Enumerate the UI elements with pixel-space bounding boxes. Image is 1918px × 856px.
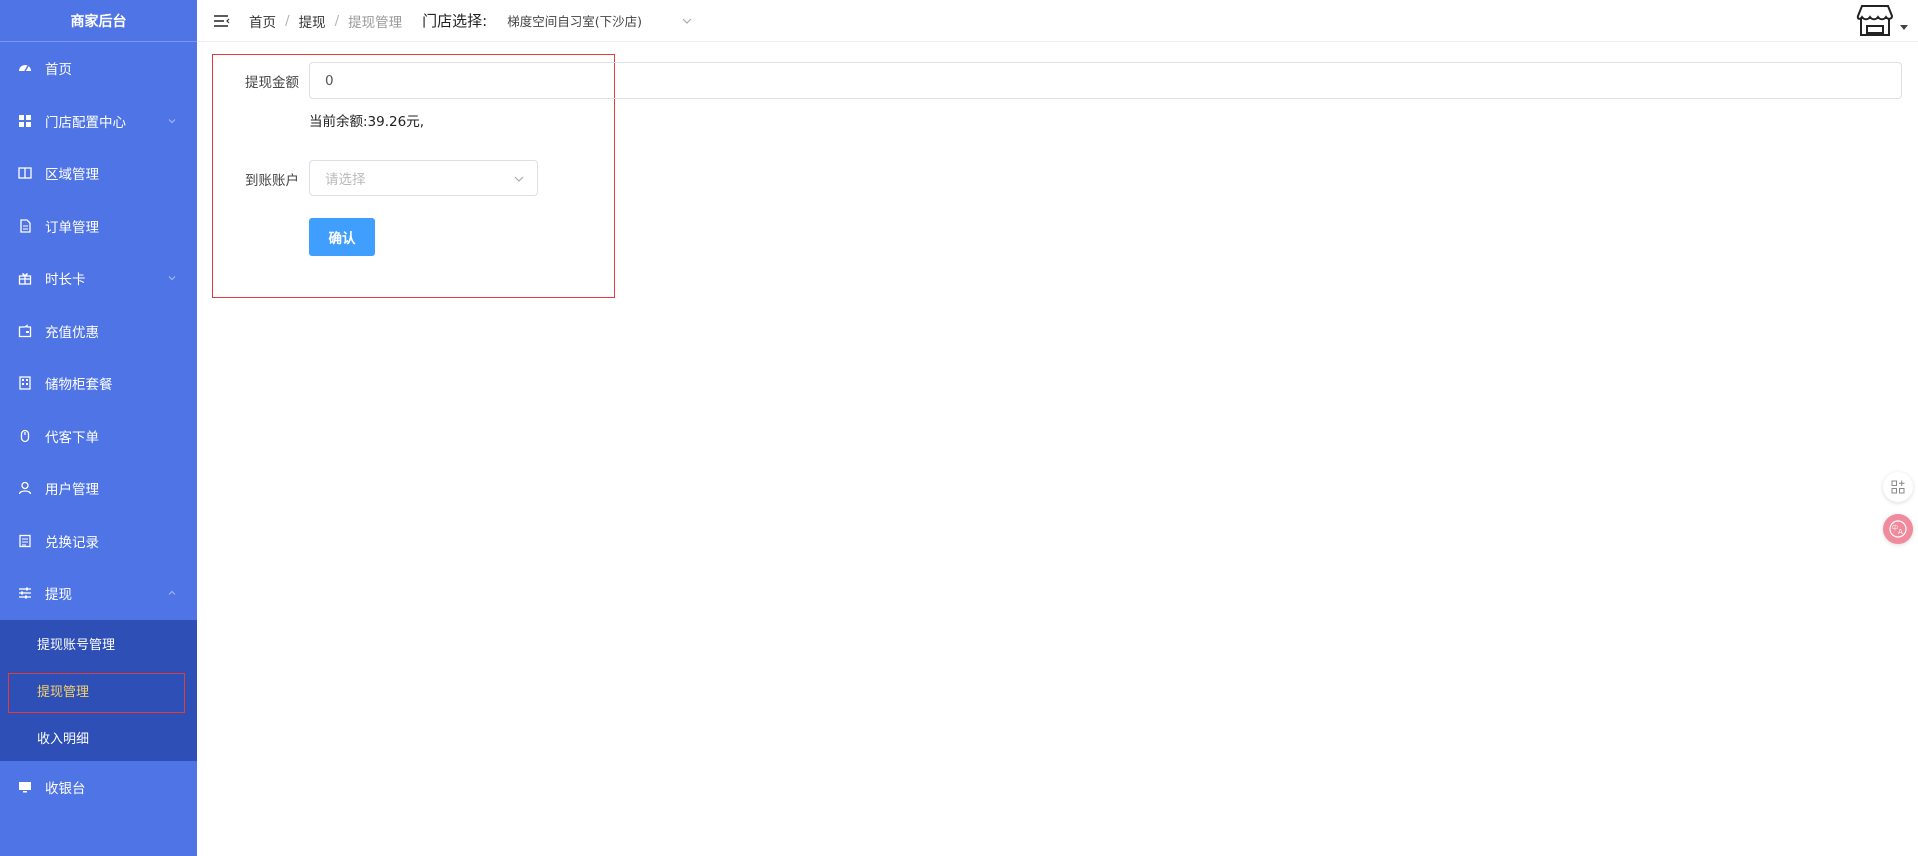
brand-title: 商家后台 bbox=[0, 0, 197, 42]
mouse-icon bbox=[18, 429, 32, 443]
balance-text: 当前余额:39.26元, bbox=[309, 114, 424, 130]
sidebar-item-label: 区域管理 bbox=[45, 167, 99, 184]
store-select-value: 梯度空间自习室(下沙店) bbox=[507, 14, 642, 29]
sidebar-item-proxy-order[interactable]: 代客下单 bbox=[0, 410, 197, 463]
account-select-placeholder: 请选择 bbox=[325, 172, 366, 188]
sidebar-item-label: 门店配置中心 bbox=[45, 114, 126, 131]
sidebar-item-home[interactable]: 首页 bbox=[0, 42, 197, 95]
list-icon bbox=[18, 534, 32, 548]
sub-item-withdraw-accounts[interactable]: 提现账号管理 bbox=[0, 620, 197, 667]
sidebar-menu-bottom: 收银台 bbox=[0, 761, 197, 814]
sidebar-menu: 首页 门店配置中心 区域管理 订单管理 时长卡 充值优惠 储物柜套餐 代客下单 … bbox=[0, 42, 197, 620]
book-icon bbox=[18, 166, 32, 180]
svg-text:A: A bbox=[1898, 528, 1903, 536]
amount-label: 提现金额 bbox=[245, 75, 299, 91]
sidebar-item-label: 用户管理 bbox=[45, 482, 99, 499]
sidebar-item-withdraw[interactable]: 提现 bbox=[0, 567, 197, 620]
sub-item-income-detail[interactable]: 收入明细 bbox=[0, 714, 197, 761]
gift-icon bbox=[18, 271, 32, 285]
translate-float-button[interactable]: 中A bbox=[1883, 514, 1913, 544]
sidebar-item-cashier[interactable]: 收银台 bbox=[0, 761, 197, 814]
avatar[interactable] bbox=[1856, 2, 1894, 38]
collapse-menu-icon[interactable] bbox=[213, 14, 231, 28]
app-grid-float-button[interactable] bbox=[1883, 472, 1913, 502]
document-icon bbox=[18, 219, 32, 233]
amount-input[interactable]: 0 bbox=[309, 62, 1902, 99]
sidebar-item-label: 储物柜套餐 bbox=[45, 377, 113, 394]
breadcrumb-separator: / bbox=[334, 12, 340, 29]
sidebar-item-time-card[interactable]: 时长卡 bbox=[0, 252, 197, 305]
confirm-button[interactable]: 确认 bbox=[309, 218, 375, 256]
account-select[interactable]: 请选择 bbox=[309, 160, 538, 196]
sidebar-item-store-config[interactable]: 门店配置中心 bbox=[0, 95, 197, 148]
apps-add-icon bbox=[1891, 480, 1905, 494]
chevron-down-icon bbox=[514, 176, 524, 182]
breadcrumb-current: 提现管理 bbox=[348, 14, 403, 31]
sliders-icon bbox=[18, 586, 32, 600]
breadcrumb-separator: / bbox=[285, 12, 290, 29]
wallet-icon bbox=[18, 323, 32, 338]
chevron-down-icon bbox=[168, 276, 176, 281]
sidebar-item-orders[interactable]: 订单管理 bbox=[0, 200, 197, 253]
user-icon bbox=[18, 481, 32, 495]
sub-item-withdraw-management[interactable]: 提现管理 bbox=[0, 667, 197, 714]
sidebar-item-label: 提现 bbox=[45, 587, 72, 604]
store-select-label: 门店选择: bbox=[422, 12, 488, 30]
chevron-up-icon bbox=[168, 591, 176, 596]
account-label: 到账账户 bbox=[245, 173, 299, 189]
withdraw-submenu: 提现账号管理 提现管理 收入明细 bbox=[0, 619, 197, 761]
sidebar-item-area[interactable]: 区域管理 bbox=[0, 147, 197, 200]
sidebar-item-locker[interactable]: 储物柜套餐 bbox=[0, 357, 197, 410]
sidebar-item-label: 充值优惠 bbox=[45, 324, 99, 341]
breadcrumb-withdraw[interactable]: 提现 bbox=[299, 11, 326, 31]
dashboard-icon bbox=[18, 61, 32, 75]
sidebar-item-users[interactable]: 用户管理 bbox=[0, 462, 197, 515]
sidebar-item-label: 收银台 bbox=[45, 780, 86, 797]
caret-down-icon[interactable] bbox=[1900, 25, 1908, 31]
sidebar-item-label: 首页 bbox=[45, 62, 72, 79]
grid-icon bbox=[18, 114, 32, 128]
breadcrumb: 首页 / 提现 / 提现管理 bbox=[249, 11, 402, 31]
sidebar-item-label: 代客下单 bbox=[45, 429, 99, 446]
translate-icon: 中A bbox=[1889, 520, 1907, 538]
chevron-down-icon bbox=[682, 18, 692, 24]
sidebar-item-label: 订单管理 bbox=[45, 219, 99, 236]
amount-input-value: 0 bbox=[325, 72, 334, 89]
sidebar-item-recharge[interactable]: 充值优惠 bbox=[0, 305, 197, 358]
sidebar-item-redeem[interactable]: 兑换记录 bbox=[0, 515, 197, 568]
breadcrumb-home[interactable]: 首页 bbox=[249, 11, 276, 31]
sidebar-item-label: 兑换记录 bbox=[45, 534, 99, 551]
building-icon bbox=[18, 376, 32, 390]
store-icon bbox=[1856, 5, 1894, 36]
chevron-down-icon bbox=[168, 118, 176, 123]
top-header: 首页 / 提现 / 提现管理 门店选择: 梯度空间自习室(下沙店) bbox=[197, 0, 1918, 42]
sidebar: 商家后台 首页 门店配置中心 区域管理 订单管理 时长卡 充值优惠 储物柜套餐 … bbox=[0, 0, 197, 856]
sidebar-item-label: 时长卡 bbox=[45, 272, 86, 289]
monitor-icon bbox=[18, 780, 32, 794]
store-select[interactable]: 梯度空间自习室(下沙店) bbox=[495, 5, 705, 37]
